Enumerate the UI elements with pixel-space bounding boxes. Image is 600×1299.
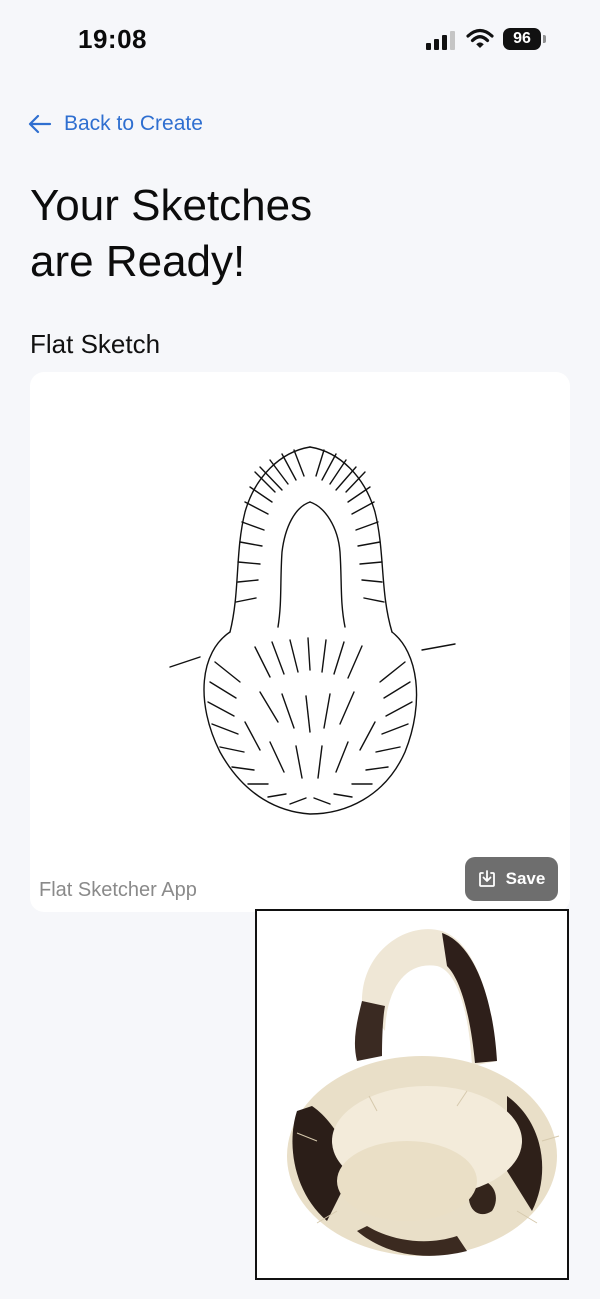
status-bar: 19:08 96 (0, 0, 600, 80)
download-icon (478, 870, 495, 887)
back-to-create-link[interactable]: Back to Create (28, 108, 203, 140)
battery-icon: 96 (503, 28, 547, 50)
fur-bag-photo (287, 929, 560, 1256)
battery-cap (543, 35, 546, 43)
save-button-label: Save (505, 869, 546, 888)
battery-level: 96 (503, 28, 541, 50)
arrow-left-icon (28, 114, 52, 134)
section-label-flat-sketch: Flat Sketch (30, 329, 161, 359)
wifi-icon (466, 28, 494, 48)
flat-sketch-image[interactable] (160, 432, 460, 832)
page-title-line-1: Your Sketches (30, 181, 313, 230)
sketch-card: Flat Sketcher App Save (30, 372, 570, 912)
back-link-label: Back to Create (64, 112, 203, 135)
save-button[interactable]: Save (465, 857, 558, 901)
page-title: Your Sketches are Ready! (30, 178, 450, 290)
page-title-line-2: are Ready! (30, 237, 246, 286)
signal-icon (426, 31, 455, 50)
status-time: 19:08 (78, 24, 147, 54)
reference-photo[interactable] (255, 909, 569, 1280)
watermark-label: Flat Sketcher App (39, 879, 197, 901)
